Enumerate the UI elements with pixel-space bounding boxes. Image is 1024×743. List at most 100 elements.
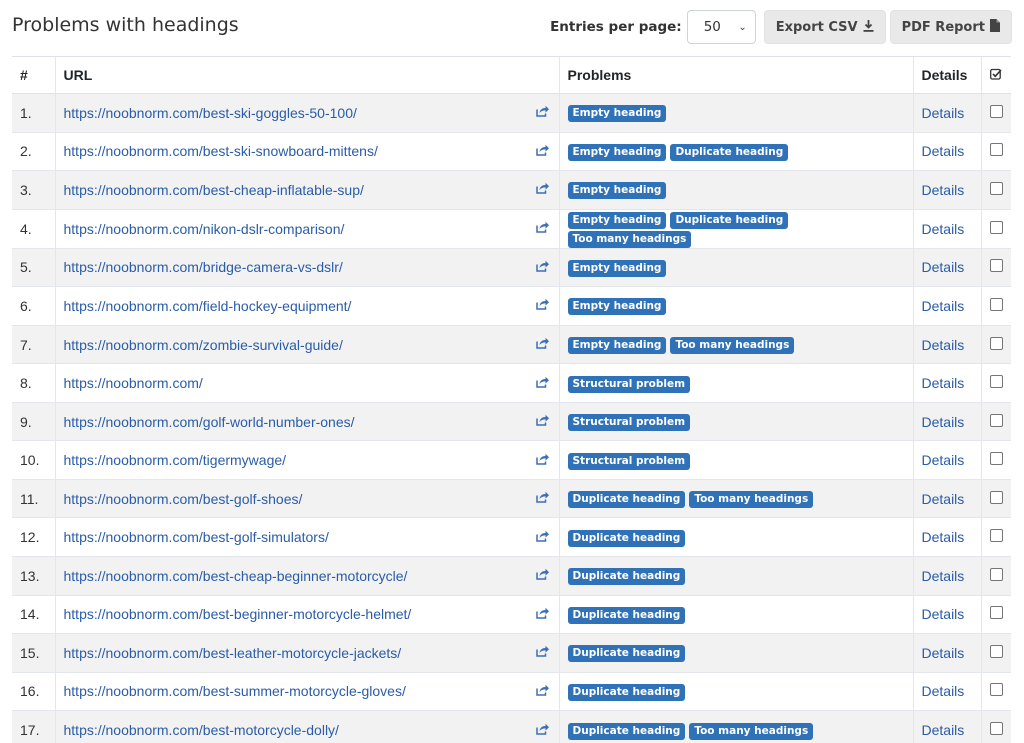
external-link-icon[interactable] [535,337,549,352]
select-all-toggle[interactable] [980,56,1011,94]
details-link[interactable]: Details [922,452,965,468]
external-link-icon[interactable] [535,723,549,738]
problem-badge: Empty heading [567,337,667,354]
row-checkbox[interactable] [989,181,1003,195]
external-link-icon[interactable] [535,221,549,236]
export-csv-label: Export CSV [775,19,858,35]
url-cell: https://noobnorm.com/nikon-dslr-comparis… [54,208,559,249]
checkbox-cell [980,633,1011,673]
details-link[interactable]: Details [922,568,965,584]
external-link-icon[interactable] [535,684,549,699]
external-link-icon[interactable] [535,491,549,506]
url-link[interactable]: https://noobnorm.com/bridge-camera-vs-ds… [64,259,343,275]
row-checkbox[interactable] [989,490,1003,504]
url-link[interactable]: https://noobnorm.com/best-ski-goggles-50… [64,105,357,121]
url-cell: https://noobnorm.com/best-beginner-motor… [54,594,559,634]
row-checkbox[interactable] [989,413,1003,427]
url-cell: https://noobnorm.com/zombie-survival-gui… [54,324,559,364]
file-icon [990,19,1000,35]
details-link[interactable]: Details [922,683,965,699]
export-csv-button[interactable]: Export CSV [763,10,886,44]
details-link[interactable]: Details [922,645,965,661]
row-checkbox[interactable] [989,606,1003,620]
url-link[interactable]: https://noobnorm.com/ [64,375,203,391]
details-link[interactable]: Details [922,529,965,545]
details-link[interactable]: Details [922,606,965,622]
external-link-icon[interactable] [535,298,549,313]
url-link[interactable]: https://noobnorm.com/best-cheap-beginner… [64,568,408,584]
row-checkbox[interactable] [989,683,1003,697]
url-link[interactable]: https://noobnorm.com/best-leather-motorc… [64,645,402,661]
row-checkbox[interactable] [989,375,1003,389]
url-cell: https://noobnorm.com/best-motorcycle-dol… [54,710,559,743]
url-link[interactable]: https://noobnorm.com/best-golf-shoes/ [64,491,303,507]
url-link[interactable]: https://noobnorm.com/field-hockey-equipm… [64,298,352,314]
details-link[interactable]: Details [922,722,965,738]
check-square-icon [990,68,1002,83]
row-checkbox[interactable] [989,336,1003,350]
row-checkbox[interactable] [989,104,1003,118]
url-link[interactable]: https://noobnorm.com/nikon-dslr-comparis… [64,221,345,237]
url-link[interactable]: https://noobnorm.com/best-cheap-inflatab… [64,182,364,198]
details-link[interactable]: Details [922,414,965,430]
checkbox-cell [980,517,1011,557]
details-cell: Details [912,131,981,171]
table-row: 2. https://noobnorm.com/best-ski-snowboar… [12,131,1011,171]
entries-per-page-select[interactable]: 50 ⌄ [686,10,756,44]
pdf-report-button[interactable]: PDF Report [889,10,1012,44]
external-link-icon[interactable] [535,144,549,159]
external-link-icon[interactable] [535,414,549,429]
details-link[interactable]: Details [922,182,965,198]
row-checkbox[interactable] [989,452,1003,466]
url-link[interactable]: https://noobnorm.com/best-golf-simulator… [64,529,329,545]
row-checkbox[interactable] [989,259,1003,273]
external-link-icon[interactable] [535,530,549,545]
row-checkbox[interactable] [989,567,1003,581]
external-link-icon[interactable] [535,105,549,120]
checkbox-cell [980,131,1011,171]
table-row: 3. https://noobnorm.com/best-cheap-inflat… [12,170,1011,210]
row-checkbox[interactable] [989,297,1003,311]
page-title: Problems with headings [12,14,239,36]
row-checkbox[interactable] [989,529,1003,543]
table-row: 6. https://noobnorm.com/field-hockey-equi… [12,286,1011,326]
row-number: 6. [12,286,55,326]
external-link-icon[interactable] [535,182,549,197]
table-row: 17. https://noobnorm.com/best-motorcycle-… [12,710,1011,743]
details-link[interactable]: Details [922,221,965,237]
details-link[interactable]: Details [922,337,965,353]
row-checkbox[interactable] [989,143,1003,157]
url-link[interactable]: https://noobnorm.com/golf-world-number-o… [64,414,355,430]
external-link-icon[interactable] [535,568,549,583]
external-link-icon[interactable] [535,607,549,622]
table-row: 14. https://noobnorm.com/best-beginner-mo… [12,594,1011,634]
details-link[interactable]: Details [922,259,965,275]
external-link-icon[interactable] [535,645,549,660]
row-checkbox[interactable] [989,722,1003,736]
details-link[interactable]: Details [922,105,965,121]
url-link[interactable]: https://noobnorm.com/best-summer-motorcy… [64,683,406,699]
row-checkbox[interactable] [989,644,1003,658]
url-link[interactable]: https://noobnorm.com/tigermywage/ [64,452,287,468]
url-link[interactable]: https://noobnorm.com/zombie-survival-gui… [64,337,343,353]
details-cell: Details [912,170,981,210]
details-link[interactable]: Details [922,298,965,314]
checkbox-cell [980,208,1011,249]
checkbox-cell [980,170,1011,210]
url-link[interactable]: https://noobnorm.com/best-motorcycle-dol… [64,722,339,738]
details-link[interactable]: Details [922,491,965,507]
url-link[interactable]: https://noobnorm.com/best-ski-snowboard-… [64,143,378,159]
details-link[interactable]: Details [922,143,965,159]
problems-cell: Empty heading Too many headings [558,324,913,364]
problem-badge: Structural problem [567,375,691,393]
external-link-icon[interactable] [535,453,549,468]
table-row: 7. https://noobnorm.com/zombie-survival-g… [12,324,1011,364]
url-link[interactable]: https://noobnorm.com/best-beginner-motor… [64,606,412,622]
details-cell: Details [912,93,981,133]
details-link[interactable]: Details [922,375,965,391]
row-checkbox[interactable] [989,220,1003,234]
table-row: 16. https://noobnorm.com/best-summer-moto… [12,671,1011,711]
external-link-icon[interactable] [535,376,549,391]
entries-per-page-label: Entries per page: [550,19,682,35]
external-link-icon[interactable] [535,260,549,275]
